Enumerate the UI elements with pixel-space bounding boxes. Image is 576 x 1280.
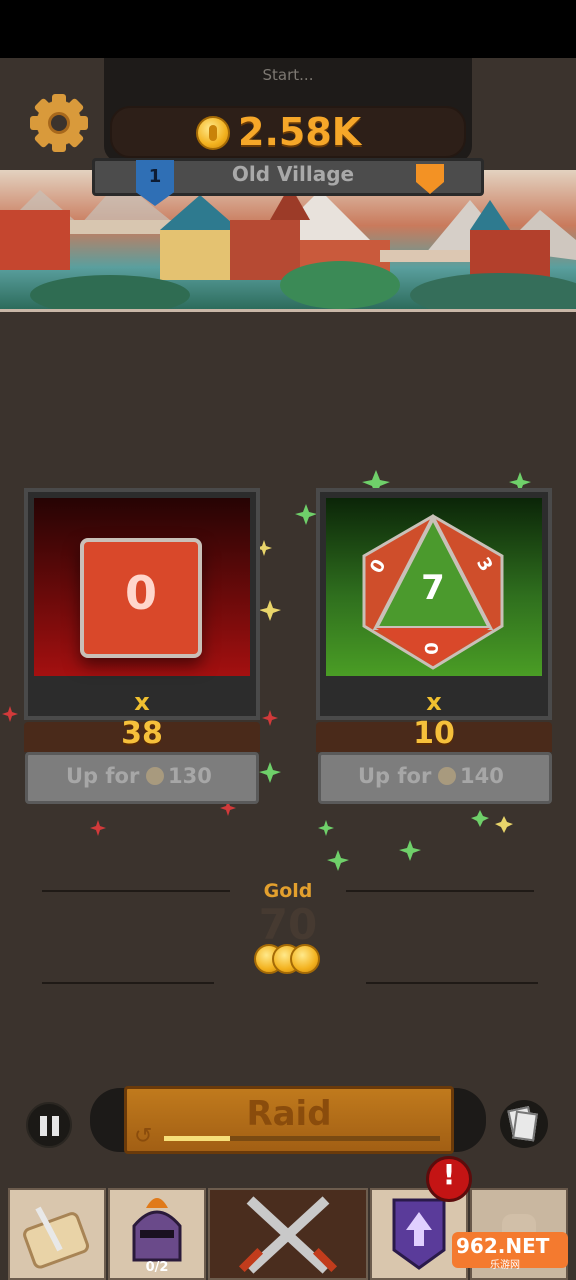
upgrade-green-button[interactable] bbox=[318, 752, 552, 804]
refresh-icon: ↺ bbox=[134, 1124, 153, 1149]
red-die-face: 0 bbox=[124, 566, 157, 620]
heroes-count: 0/2 bbox=[145, 1260, 169, 1275]
green-die-count: 10 bbox=[413, 716, 455, 751]
scroll-quill-icon bbox=[23, 1206, 90, 1269]
gold-total: 2.58K bbox=[238, 110, 362, 154]
watermark-text: 962.NET bbox=[456, 1234, 550, 1258]
coin-icon bbox=[438, 767, 456, 785]
coin-icon bbox=[146, 767, 164, 785]
cards-icon[interactable] bbox=[500, 1100, 548, 1148]
watermark-subtext: 乐游网 bbox=[490, 1260, 520, 1271]
raid-progress-bar bbox=[164, 1136, 440, 1141]
green-die-side-face: 0 bbox=[419, 642, 441, 655]
loading-text: Start... bbox=[262, 66, 314, 84]
crossed-swords-icon bbox=[238, 1196, 338, 1274]
reward-amount: 70 bbox=[258, 900, 318, 949]
upgrade-green-label: Up for bbox=[358, 764, 432, 788]
gear-icon[interactable] bbox=[30, 94, 88, 152]
divider bbox=[366, 982, 538, 984]
raid-label: Raid bbox=[246, 1094, 332, 1134]
reward-label: Gold bbox=[263, 880, 313, 902]
upgrade-green-cost: 140 bbox=[460, 764, 504, 788]
tab-battle[interactable] bbox=[208, 1188, 368, 1280]
tab-quest-scroll[interactable] bbox=[8, 1188, 106, 1280]
location-name: Old Village bbox=[231, 162, 355, 186]
raid-progress-fill bbox=[164, 1136, 231, 1141]
upgrade-red-cost: 130 bbox=[168, 764, 212, 788]
green-multiplier-symbol: x bbox=[426, 688, 442, 716]
level-number: 1 bbox=[148, 166, 162, 187]
red-die-count: 38 bbox=[121, 716, 163, 751]
divider bbox=[42, 982, 214, 984]
upgrade-red-button[interactable] bbox=[25, 752, 259, 804]
coin-icon bbox=[196, 116, 230, 150]
alert-text: ! bbox=[442, 1158, 456, 1191]
status-bar bbox=[0, 0, 576, 58]
upgrade-red-label: Up for bbox=[66, 764, 140, 788]
red-multiplier-symbol: x bbox=[134, 688, 150, 716]
coin-icon bbox=[290, 944, 320, 974]
pause-icon[interactable] bbox=[26, 1102, 72, 1148]
